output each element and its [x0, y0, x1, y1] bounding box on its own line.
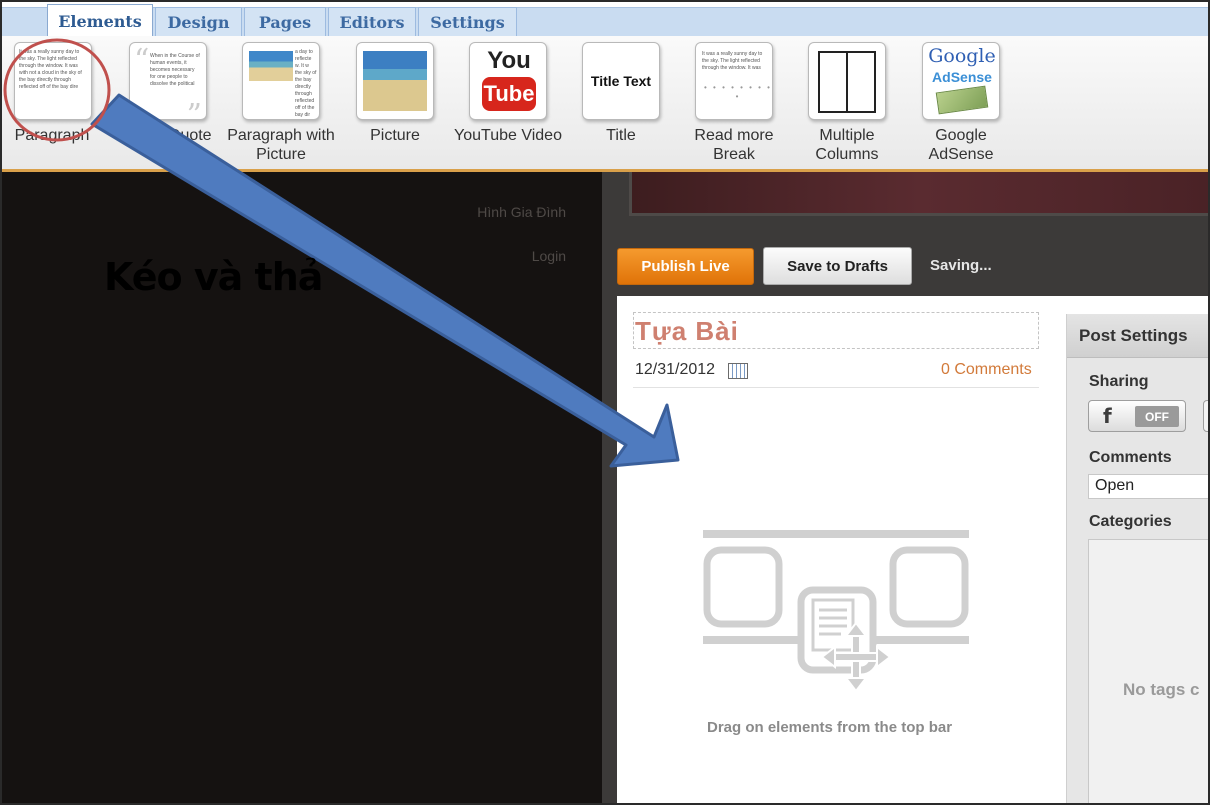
highlight-circle	[3, 38, 111, 142]
annotation-overlay	[3, 38, 680, 468]
drag-and-drop-caption: Kéo và thả	[104, 255, 323, 299]
